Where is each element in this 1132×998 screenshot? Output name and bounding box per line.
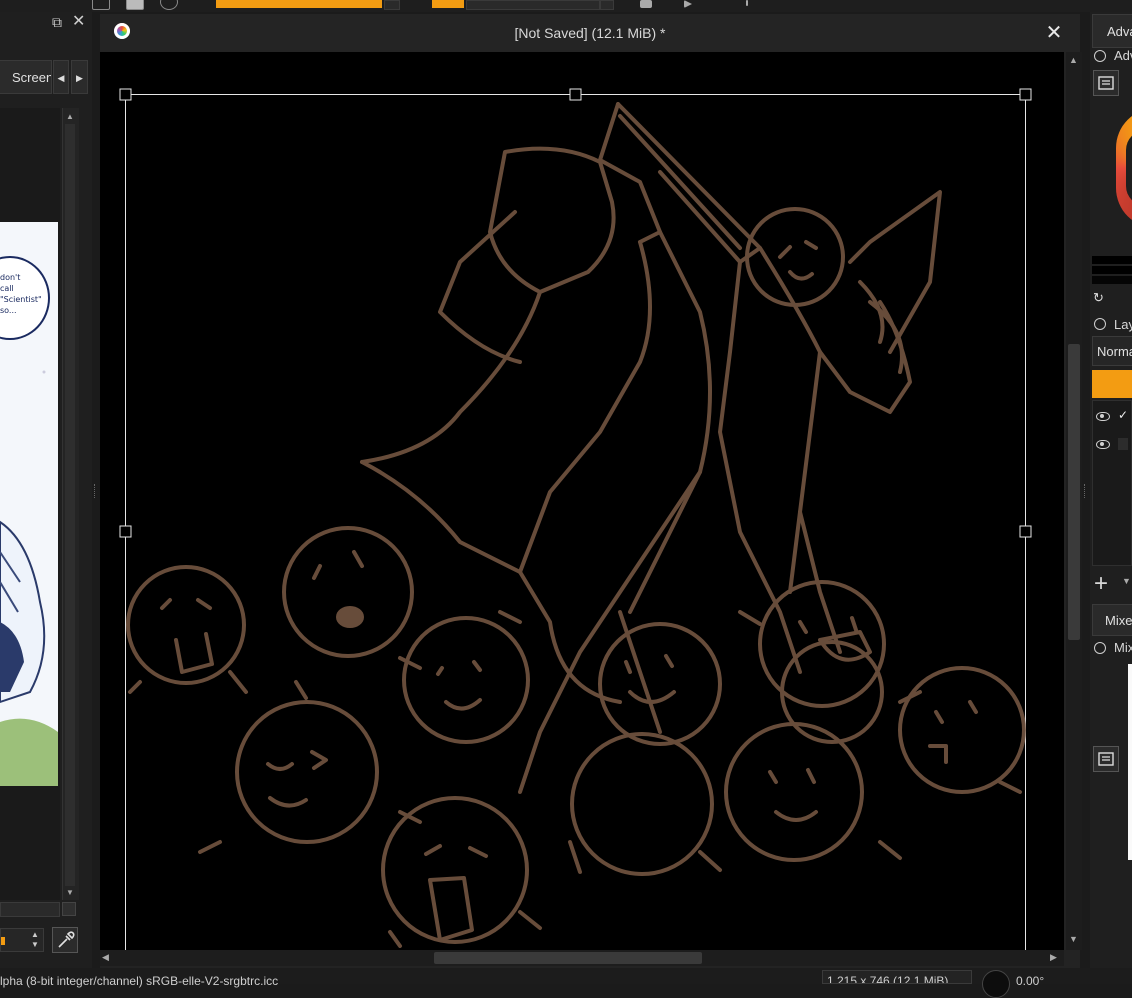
- mixer-canvas[interactable]: [1128, 664, 1132, 860]
- panel-settings-icon: [1098, 76, 1114, 90]
- rotation-dial-icon[interactable]: [982, 970, 1010, 998]
- sketch-layer: [126, 102, 1026, 948]
- blend-mode-select[interactable]: Normal: [1092, 336, 1132, 366]
- top-toolbar: [0, 0, 1132, 12]
- canvas-horizontal-scroll-thumb[interactable]: [434, 952, 702, 964]
- reference-horizontal-scrollbar[interactable]: [0, 902, 60, 917]
- toolbar-field[interactable]: [466, 0, 600, 10]
- color-history-strip[interactable]: [1092, 266, 1132, 274]
- mixer-title: Mixer: [1114, 640, 1132, 655]
- canvas-vertical-scroll-thumb[interactable]: [1068, 344, 1080, 640]
- tab-mixer[interactable]: Mixer: [1092, 604, 1132, 636]
- transform-handles: [119, 88, 1032, 538]
- color-history-strip[interactable]: [1092, 276, 1132, 284]
- mixer-settings-button[interactable]: [1093, 746, 1119, 772]
- check-icon[interactable]: ✓: [1118, 408, 1128, 422]
- splitter-handle[interactable]: [1084, 484, 1088, 498]
- tab-screen[interactable]: Screen: [0, 60, 52, 94]
- lock-icon[interactable]: [1094, 318, 1106, 330]
- dropdown-arrow[interactable]: [384, 0, 400, 10]
- advanced-color-title: Advanced Color Selector: [1114, 48, 1132, 63]
- close-icon[interactable]: ✕: [72, 11, 85, 31]
- layer-checkbox[interactable]: [1118, 438, 1128, 450]
- eye-icon[interactable]: [1096, 440, 1110, 449]
- color-swatch[interactable]: [432, 0, 464, 8]
- color-space-info[interactable]: lpha (8-bit integer/channel) sRGB-elle-V…: [0, 974, 278, 988]
- lock-icon[interactable]: [1094, 50, 1106, 62]
- chevron-down-icon[interactable]: ▼: [1122, 576, 1131, 586]
- brush-preset-field[interactable]: [216, 0, 382, 8]
- document-title: [Not Saved] (12.1 MiB) *: [514, 25, 666, 41]
- reference-illustration: [0, 370, 58, 786]
- toolbar-icon[interactable]: [746, 0, 748, 6]
- tab-prev-button[interactable]: ◀: [53, 60, 69, 94]
- eye-icon[interactable]: [1096, 412, 1110, 421]
- tab-next-button[interactable]: ▶: [71, 60, 88, 94]
- canvas[interactable]: [100, 52, 1064, 950]
- close-icon[interactable]: ✕: [1042, 20, 1066, 46]
- plus-icon[interactable]: +: [1094, 570, 1108, 598]
- toolbar-icon[interactable]: [126, 0, 144, 10]
- eyedropper-button[interactable]: [52, 927, 78, 953]
- layer-row-selected[interactable]: [1092, 370, 1132, 398]
- layer-row[interactable]: ✓: [1094, 404, 1132, 430]
- settings-button[interactable]: [1093, 70, 1119, 96]
- play-icon[interactable]: [684, 0, 692, 8]
- panel-settings-icon: [1098, 752, 1114, 766]
- float-icon[interactable]: ⧉: [52, 14, 62, 31]
- lock-icon[interactable]: [1094, 642, 1106, 654]
- color-history-strip[interactable]: [1092, 256, 1132, 264]
- refresh-icon[interactable]: ↻: [1093, 290, 1104, 306]
- image-size-info[interactable]: 1,215 x 746 (12.1 MiB): [822, 970, 972, 984]
- toolbar-icon[interactable]: [92, 0, 110, 10]
- splitter-handle[interactable]: [94, 484, 98, 498]
- mirror-icon[interactable]: [640, 0, 652, 8]
- layer-row[interactable]: [1094, 432, 1132, 458]
- canvas-drawing: [119, 88, 1032, 950]
- eyedropper-icon: [58, 931, 75, 948]
- opacity-spinbox[interactable]: ▲ ▼: [0, 928, 44, 952]
- rotation-value[interactable]: 0.00°: [1016, 974, 1044, 988]
- layers-title: Layers: [1114, 317, 1132, 332]
- reference-image: don't call "Scientist" so...: [0, 222, 58, 786]
- scroll-corner: [62, 902, 76, 916]
- tab-advanced-color-selector[interactable]: Advanced Color Selector: [1092, 14, 1132, 48]
- toolbar-icon[interactable]: [160, 0, 178, 10]
- toolbar-spinbox[interactable]: [600, 0, 614, 10]
- reference-vertical-scrollbar[interactable]: ▲ ▼: [62, 108, 79, 900]
